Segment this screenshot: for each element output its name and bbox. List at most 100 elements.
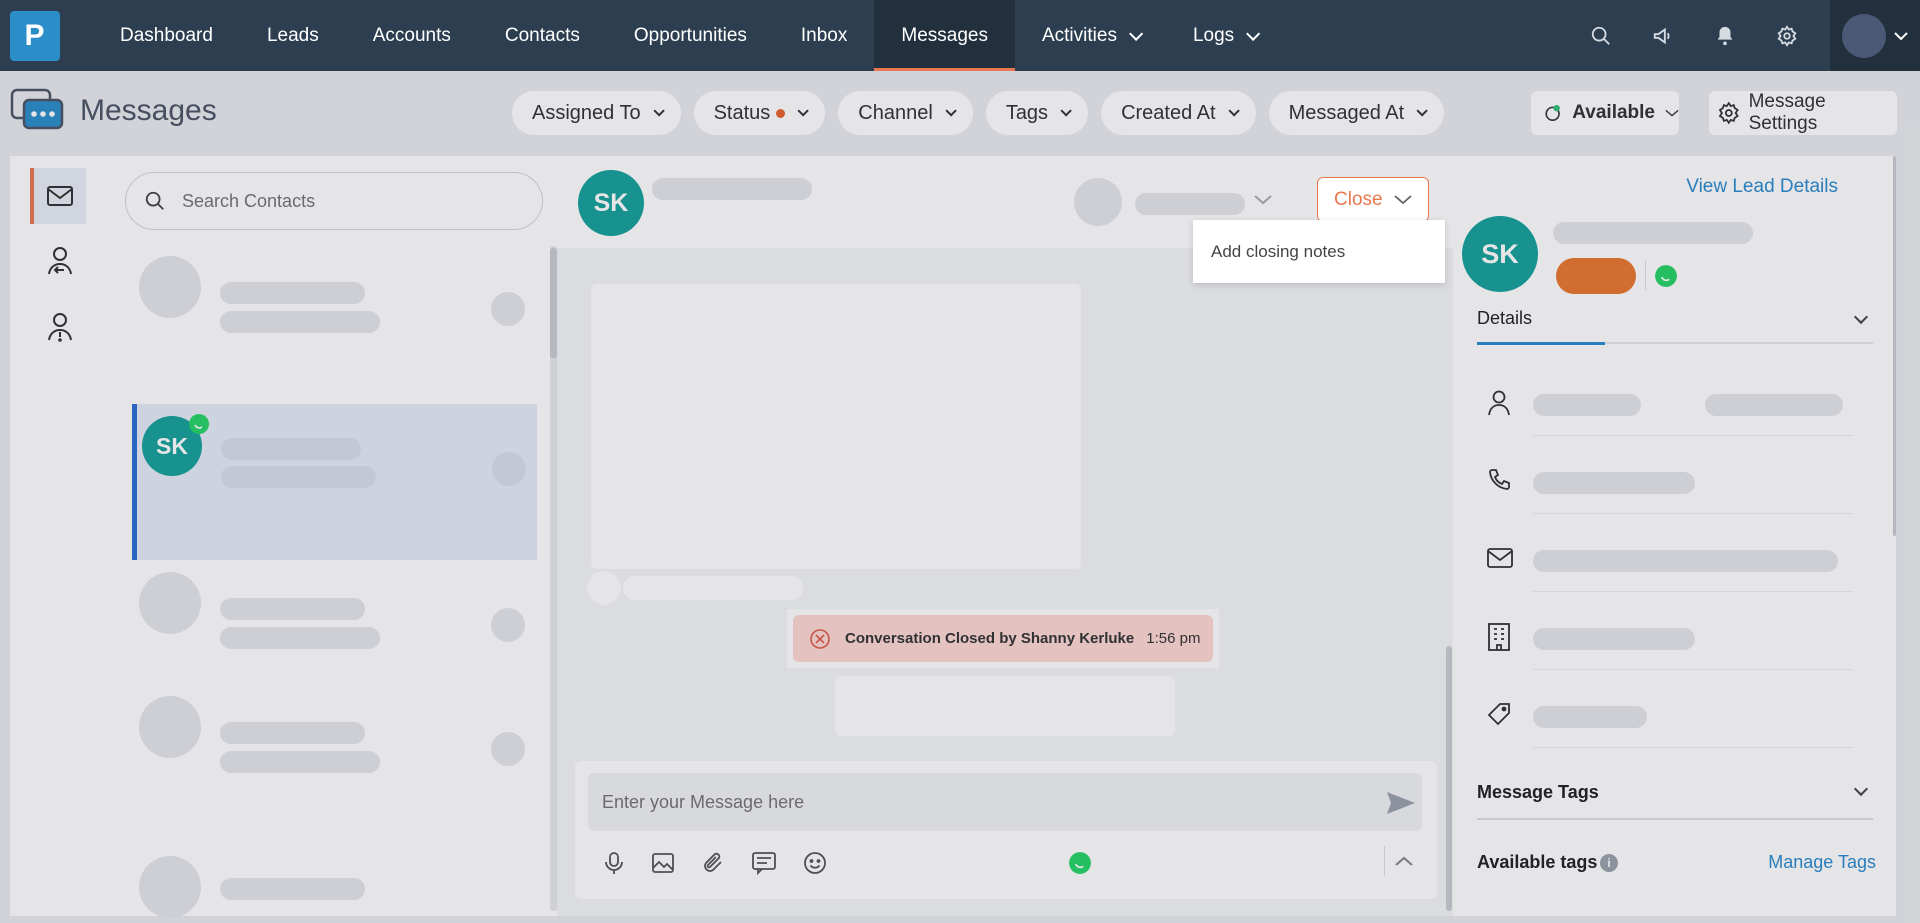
- row-divider: [1533, 513, 1853, 514]
- filter-label: Channel: [858, 101, 933, 124]
- search-icon[interactable]: [1570, 0, 1632, 71]
- text-placeholder: [220, 282, 365, 304]
- chevron-up-icon[interactable]: [1395, 855, 1413, 867]
- view-lead-details-link[interactable]: View Lead Details: [1686, 176, 1838, 198]
- filter-status[interactable]: Status: [693, 91, 826, 135]
- nav-item-activities[interactable]: Activities: [1015, 0, 1166, 71]
- avatar-placeholder: [139, 856, 201, 918]
- filter-created-at[interactable]: Created At: [1101, 91, 1256, 135]
- badge-placeholder: [491, 732, 525, 766]
- page-title: Messages: [80, 94, 217, 127]
- person-icon: [1488, 390, 1510, 416]
- text-placeholder: [623, 576, 803, 600]
- scrollbar[interactable]: [1893, 156, 1896, 536]
- text-placeholder: [1553, 222, 1753, 244]
- search-input[interactable]: [182, 190, 482, 212]
- filter-channel[interactable]: Channel: [838, 91, 973, 135]
- text-placeholder: [1533, 472, 1695, 494]
- bell-icon[interactable]: [1694, 0, 1756, 71]
- closed-notice-time: 1:56 pm: [1146, 630, 1201, 647]
- filter-bar: Assigned To Status Channel Tags Created …: [512, 91, 1445, 135]
- send-icon[interactable]: [1385, 790, 1417, 816]
- emoji-icon[interactable]: [803, 851, 827, 875]
- message-bubble-placeholder: [835, 676, 1175, 736]
- avatar-placeholder: [139, 696, 201, 758]
- text-placeholder: [220, 722, 365, 744]
- contact-search[interactable]: [125, 172, 543, 230]
- user-menu[interactable]: [1830, 0, 1920, 71]
- text-placeholder: [221, 438, 361, 460]
- text-placeholder: [220, 598, 365, 620]
- nav-item-leads[interactable]: Leads: [240, 0, 346, 71]
- badge-placeholder: [491, 608, 525, 642]
- list-item-selected[interactable]: SK: [132, 404, 537, 560]
- nav-label: Contacts: [504, 24, 580, 46]
- template-icon[interactable]: [751, 851, 777, 875]
- close-conversation-button[interactable]: Close: [1317, 177, 1429, 222]
- detail-row-name: [1483, 376, 1873, 436]
- app-logo[interactable]: P: [0, 0, 69, 71]
- paperclip-icon[interactable]: [701, 851, 725, 875]
- phone-icon: [1489, 469, 1510, 490]
- chevron-down-icon: [653, 105, 665, 117]
- scrollbar[interactable]: [550, 248, 557, 358]
- image-icon[interactable]: [651, 851, 675, 875]
- avatar-placeholder: [139, 572, 201, 634]
- rail-unassigned-button[interactable]: [32, 300, 88, 356]
- menu-item-add-closing-notes[interactable]: Add closing notes: [1211, 242, 1345, 262]
- text-placeholder: [1533, 706, 1647, 728]
- chevron-down-icon[interactable]: [1254, 194, 1272, 206]
- chevron-down-icon[interactable]: [1853, 781, 1869, 797]
- nav-item-contacts[interactable]: Contacts: [478, 0, 607, 71]
- nav-item-dashboard[interactable]: Dashboard: [93, 0, 240, 71]
- info-icon[interactable]: i: [1600, 854, 1618, 872]
- filter-label: Messaged At: [1288, 101, 1405, 124]
- manage-tags-link[interactable]: Manage Tags: [1768, 852, 1876, 873]
- tab-details[interactable]: Details: [1477, 308, 1532, 329]
- filter-assigned-to[interactable]: Assigned To: [512, 91, 681, 135]
- envelope-icon: [1487, 548, 1513, 568]
- close-label: Close: [1334, 188, 1383, 210]
- tab-active-indicator: [1477, 342, 1605, 345]
- nav-label: Activities: [1041, 24, 1117, 46]
- filter-messaged-at[interactable]: Messaged At: [1268, 91, 1445, 135]
- tag-icon: [1487, 703, 1510, 726]
- messages-icon: [10, 88, 64, 130]
- divider: [1645, 260, 1646, 290]
- scrollbar[interactable]: [1446, 646, 1452, 911]
- text-placeholder: [1705, 394, 1843, 416]
- message-bubble-placeholder: [591, 284, 1081, 569]
- nav-label: Messages: [901, 24, 988, 46]
- chevron-down-icon: [945, 105, 957, 117]
- nav-item-messages[interactable]: Messages: [874, 0, 1015, 71]
- section-divider: [1477, 818, 1873, 820]
- megaphone-icon[interactable]: [1632, 0, 1694, 71]
- chevron-down-icon: [1894, 31, 1908, 40]
- nav-label: Logs: [1192, 24, 1235, 46]
- microphone-icon[interactable]: [603, 851, 625, 875]
- nav-item-inbox[interactable]: Inbox: [774, 0, 874, 71]
- nav-item-opportunities[interactable]: Opportunities: [607, 0, 774, 71]
- row-divider: [1533, 435, 1853, 436]
- row-divider: [1533, 747, 1853, 748]
- message-input[interactable]: [588, 773, 1422, 831]
- building-icon: [1488, 623, 1510, 651]
- availability-dropdown[interactable]: Available: [1531, 91, 1679, 135]
- gear-icon[interactable]: [1756, 0, 1818, 71]
- message-composer: [575, 761, 1437, 899]
- settings-label: Message Settings: [1748, 91, 1826, 134]
- composer-toolbar: [603, 851, 827, 875]
- rail-inbox-button[interactable]: [30, 168, 86, 224]
- avatar-placeholder: [139, 256, 201, 318]
- filter-label: Tags: [1005, 101, 1049, 124]
- chevron-down-icon: [1394, 194, 1412, 204]
- rail-assigned-button[interactable]: [32, 234, 88, 290]
- conversation-closed-notice: Conversation Closed by Shanny Kerluke 1:…: [787, 609, 1219, 668]
- filter-tags[interactable]: Tags: [985, 91, 1089, 135]
- chevron-down-icon[interactable]: [1853, 309, 1869, 325]
- nav-item-logs[interactable]: Logs: [1166, 0, 1283, 71]
- nav-item-accounts[interactable]: Accounts: [346, 0, 478, 71]
- message-settings-button[interactable]: Message Settings: [1709, 91, 1897, 135]
- detail-row-email: [1483, 532, 1873, 592]
- badge-placeholder: [492, 452, 526, 486]
